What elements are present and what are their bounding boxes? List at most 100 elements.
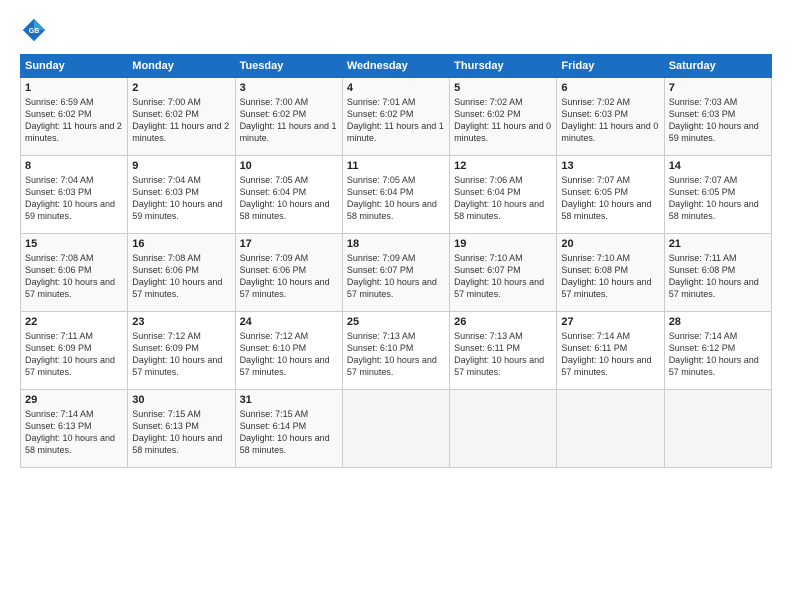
col-wednesday: Wednesday	[342, 55, 449, 78]
day-detail: Sunrise: 7:13 AMSunset: 6:10 PMDaylight:…	[347, 330, 445, 379]
day-detail: Sunrise: 7:10 AMSunset: 6:07 PMDaylight:…	[454, 252, 552, 301]
day-number: 13	[561, 160, 659, 172]
day-detail: Sunrise: 7:04 AMSunset: 6:03 PMDaylight:…	[132, 174, 230, 223]
table-row: 13 Sunrise: 7:07 AMSunset: 6:05 PMDaylig…	[557, 156, 664, 234]
table-row: 26 Sunrise: 7:13 AMSunset: 6:11 PMDaylig…	[450, 312, 557, 390]
table-row: 9 Sunrise: 7:04 AMSunset: 6:03 PMDayligh…	[128, 156, 235, 234]
day-number: 16	[132, 238, 230, 250]
day-number: 27	[561, 316, 659, 328]
day-number: 23	[132, 316, 230, 328]
table-row: 12 Sunrise: 7:06 AMSunset: 6:04 PMDaylig…	[450, 156, 557, 234]
day-detail: Sunrise: 7:12 AMSunset: 6:10 PMDaylight:…	[240, 330, 338, 379]
calendar-week-row: 29 Sunrise: 7:14 AMSunset: 6:13 PMDaylig…	[21, 390, 772, 468]
table-row: 4 Sunrise: 7:01 AMSunset: 6:02 PMDayligh…	[342, 78, 449, 156]
table-row: 6 Sunrise: 7:02 AMSunset: 6:03 PMDayligh…	[557, 78, 664, 156]
day-detail: Sunrise: 7:15 AMSunset: 6:13 PMDaylight:…	[132, 408, 230, 457]
day-detail: Sunrise: 7:08 AMSunset: 6:06 PMDaylight:…	[25, 252, 123, 301]
day-number: 3	[240, 82, 338, 94]
day-number: 26	[454, 316, 552, 328]
svg-text:GB: GB	[29, 28, 40, 35]
day-detail: Sunrise: 7:05 AMSunset: 6:04 PMDaylight:…	[347, 174, 445, 223]
day-detail: Sunrise: 6:59 AMSunset: 6:02 PMDaylight:…	[25, 96, 123, 145]
day-number: 9	[132, 160, 230, 172]
day-number: 8	[25, 160, 123, 172]
day-detail: Sunrise: 7:07 AMSunset: 6:05 PMDaylight:…	[669, 174, 767, 223]
day-number: 31	[240, 394, 338, 406]
table-row: 31 Sunrise: 7:15 AMSunset: 6:14 PMDaylig…	[235, 390, 342, 468]
table-row: 24 Sunrise: 7:12 AMSunset: 6:10 PMDaylig…	[235, 312, 342, 390]
day-detail: Sunrise: 7:06 AMSunset: 6:04 PMDaylight:…	[454, 174, 552, 223]
col-monday: Monday	[128, 55, 235, 78]
day-detail: Sunrise: 7:14 AMSunset: 6:12 PMDaylight:…	[669, 330, 767, 379]
table-row: 20 Sunrise: 7:10 AMSunset: 6:08 PMDaylig…	[557, 234, 664, 312]
table-row: 19 Sunrise: 7:10 AMSunset: 6:07 PMDaylig…	[450, 234, 557, 312]
day-number: 30	[132, 394, 230, 406]
day-number: 7	[669, 82, 767, 94]
col-thursday: Thursday	[450, 55, 557, 78]
day-number: 24	[240, 316, 338, 328]
day-number: 28	[669, 316, 767, 328]
table-row: 23 Sunrise: 7:12 AMSunset: 6:09 PMDaylig…	[128, 312, 235, 390]
col-tuesday: Tuesday	[235, 55, 342, 78]
table-row: 7 Sunrise: 7:03 AMSunset: 6:03 PMDayligh…	[664, 78, 771, 156]
day-number: 19	[454, 238, 552, 250]
day-detail: Sunrise: 7:11 AMSunset: 6:08 PMDaylight:…	[669, 252, 767, 301]
col-sunday: Sunday	[21, 55, 128, 78]
table-row: 18 Sunrise: 7:09 AMSunset: 6:07 PMDaylig…	[342, 234, 449, 312]
day-number: 14	[669, 160, 767, 172]
day-detail: Sunrise: 7:05 AMSunset: 6:04 PMDaylight:…	[240, 174, 338, 223]
day-detail: Sunrise: 7:12 AMSunset: 6:09 PMDaylight:…	[132, 330, 230, 379]
day-number: 17	[240, 238, 338, 250]
day-detail: Sunrise: 7:09 AMSunset: 6:06 PMDaylight:…	[240, 252, 338, 301]
table-row: 2 Sunrise: 7:00 AMSunset: 6:02 PMDayligh…	[128, 78, 235, 156]
day-detail: Sunrise: 7:13 AMSunset: 6:11 PMDaylight:…	[454, 330, 552, 379]
table-row: 10 Sunrise: 7:05 AMSunset: 6:04 PMDaylig…	[235, 156, 342, 234]
day-detail: Sunrise: 7:04 AMSunset: 6:03 PMDaylight:…	[25, 174, 123, 223]
table-row: 14 Sunrise: 7:07 AMSunset: 6:05 PMDaylig…	[664, 156, 771, 234]
day-detail: Sunrise: 7:09 AMSunset: 6:07 PMDaylight:…	[347, 252, 445, 301]
day-number: 15	[25, 238, 123, 250]
calendar-week-row: 8 Sunrise: 7:04 AMSunset: 6:03 PMDayligh…	[21, 156, 772, 234]
table-row: 22 Sunrise: 7:11 AMSunset: 6:09 PMDaylig…	[21, 312, 128, 390]
table-row: 29 Sunrise: 7:14 AMSunset: 6:13 PMDaylig…	[21, 390, 128, 468]
table-row: 11 Sunrise: 7:05 AMSunset: 6:04 PMDaylig…	[342, 156, 449, 234]
day-detail: Sunrise: 7:10 AMSunset: 6:08 PMDaylight:…	[561, 252, 659, 301]
calendar-week-row: 22 Sunrise: 7:11 AMSunset: 6:09 PMDaylig…	[21, 312, 772, 390]
table-row: 28 Sunrise: 7:14 AMSunset: 6:12 PMDaylig…	[664, 312, 771, 390]
day-number: 6	[561, 82, 659, 94]
calendar-header-row: Sunday Monday Tuesday Wednesday Thursday…	[21, 55, 772, 78]
day-number: 12	[454, 160, 552, 172]
table-row: 15 Sunrise: 7:08 AMSunset: 6:06 PMDaylig…	[21, 234, 128, 312]
day-number: 29	[25, 394, 123, 406]
table-row: 27 Sunrise: 7:14 AMSunset: 6:11 PMDaylig…	[557, 312, 664, 390]
day-detail: Sunrise: 7:14 AMSunset: 6:11 PMDaylight:…	[561, 330, 659, 379]
calendar-week-row: 15 Sunrise: 7:08 AMSunset: 6:06 PMDaylig…	[21, 234, 772, 312]
table-row: 16 Sunrise: 7:08 AMSunset: 6:06 PMDaylig…	[128, 234, 235, 312]
calendar-week-row: 1 Sunrise: 6:59 AMSunset: 6:02 PMDayligh…	[21, 78, 772, 156]
day-detail: Sunrise: 7:15 AMSunset: 6:14 PMDaylight:…	[240, 408, 338, 457]
day-detail: Sunrise: 7:11 AMSunset: 6:09 PMDaylight:…	[25, 330, 123, 379]
logo: GB	[20, 16, 52, 44]
table-row	[664, 390, 771, 468]
day-number: 2	[132, 82, 230, 94]
day-number: 20	[561, 238, 659, 250]
day-number: 5	[454, 82, 552, 94]
day-detail: Sunrise: 7:01 AMSunset: 6:02 PMDaylight:…	[347, 96, 445, 145]
day-detail: Sunrise: 7:00 AMSunset: 6:02 PMDaylight:…	[240, 96, 338, 145]
day-detail: Sunrise: 7:02 AMSunset: 6:02 PMDaylight:…	[454, 96, 552, 145]
day-number: 22	[25, 316, 123, 328]
table-row	[557, 390, 664, 468]
table-row	[450, 390, 557, 468]
table-row: 21 Sunrise: 7:11 AMSunset: 6:08 PMDaylig…	[664, 234, 771, 312]
table-row: 1 Sunrise: 6:59 AMSunset: 6:02 PMDayligh…	[21, 78, 128, 156]
table-row: 8 Sunrise: 7:04 AMSunset: 6:03 PMDayligh…	[21, 156, 128, 234]
table-row: 30 Sunrise: 7:15 AMSunset: 6:13 PMDaylig…	[128, 390, 235, 468]
day-number: 25	[347, 316, 445, 328]
day-number: 21	[669, 238, 767, 250]
day-detail: Sunrise: 7:07 AMSunset: 6:05 PMDaylight:…	[561, 174, 659, 223]
day-detail: Sunrise: 7:02 AMSunset: 6:03 PMDaylight:…	[561, 96, 659, 145]
table-row: 25 Sunrise: 7:13 AMSunset: 6:10 PMDaylig…	[342, 312, 449, 390]
table-row	[342, 390, 449, 468]
table-row: 5 Sunrise: 7:02 AMSunset: 6:02 PMDayligh…	[450, 78, 557, 156]
day-detail: Sunrise: 7:03 AMSunset: 6:03 PMDaylight:…	[669, 96, 767, 145]
